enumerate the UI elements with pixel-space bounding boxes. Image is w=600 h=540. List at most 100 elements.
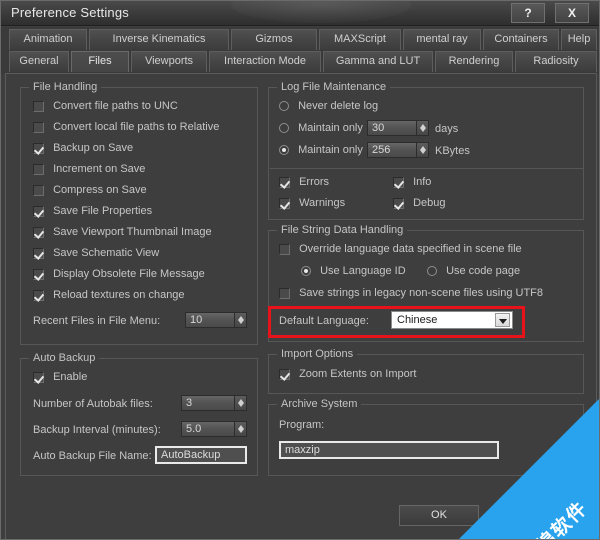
default-language-dropdown[interactable]: Chinese: [391, 311, 513, 329]
checkbox-log-info[interactable]: Info: [393, 176, 431, 188]
checkbox-label: Save Viewport Thumbnail Image: [53, 226, 212, 239]
checkbox-box[interactable]: [33, 163, 44, 175]
group-file-handling: File Handling Convert file paths to UNC …: [20, 81, 258, 345]
recent-files-value[interactable]: 10: [185, 312, 234, 328]
checkbox-save-file-properties[interactable]: Save File Properties: [33, 205, 152, 217]
spinner-buttons[interactable]: [416, 120, 429, 136]
checkbox-box[interactable]: [393, 197, 404, 209]
archive-program-input[interactable]: maxzip: [279, 441, 499, 459]
log-days-spinner[interactable]: 30: [367, 120, 429, 136]
chevron-down-icon[interactable]: [495, 313, 510, 327]
archive-program-label: Program:: [279, 419, 325, 431]
checkbox-box[interactable]: [33, 184, 44, 196]
close-button[interactable]: X: [555, 3, 589, 23]
checkbox-save-viewport-thumbnail-image[interactable]: Save Viewport Thumbnail Image: [33, 226, 212, 238]
recent-files-spinner[interactable]: 10: [185, 312, 247, 328]
radio-use-code-page[interactable]: Use code page: [427, 265, 520, 277]
spinner-down-icon[interactable]: [238, 403, 244, 407]
tab-maxscript[interactable]: MAXScript: [319, 29, 401, 50]
checkbox-box[interactable]: [279, 287, 290, 299]
help-button[interactable]: ?: [511, 3, 545, 23]
checkbox-convert-local-file-paths-to-relative[interactable]: Convert local file paths to Relative: [33, 121, 219, 133]
number-of-autobak-files-value[interactable]: 3: [181, 395, 234, 411]
spinner-down-icon[interactable]: [420, 128, 426, 132]
checkbox-box[interactable]: [33, 100, 44, 112]
group-auto-backup: Auto Backup Enable Number of Autobak fil…: [20, 352, 258, 476]
checkbox-box[interactable]: [33, 121, 44, 133]
checkbox-box[interactable]: [33, 205, 44, 217]
ok-button[interactable]: OK: [399, 505, 479, 526]
tab-mental-ray[interactable]: mental ray: [403, 29, 481, 50]
spinner-buttons[interactable]: [416, 142, 429, 158]
radio-button[interactable]: [279, 101, 289, 112]
radio-button[interactable]: [279, 145, 289, 156]
preference-settings-window: Preference Settings ? X Animation Invers…: [0, 0, 600, 540]
tab-general[interactable]: General: [9, 51, 69, 72]
window-title: Preference Settings: [11, 5, 129, 20]
checkbox-box[interactable]: [33, 142, 44, 154]
checkbox-increment-on-save[interactable]: Increment on Save: [33, 163, 145, 175]
checkbox-box[interactable]: [33, 226, 44, 238]
checkbox-box[interactable]: [33, 289, 44, 301]
backup-interval-spinner[interactable]: 5.0: [181, 421, 247, 437]
checkbox-override-language-data[interactable]: Override language data specified in scen…: [279, 243, 522, 255]
log-days-unit: days: [435, 123, 459, 135]
checkbox-zoom-extents-on-import[interactable]: Zoom Extents on Import: [279, 368, 416, 380]
radio-button[interactable]: [279, 123, 289, 134]
log-days-value[interactable]: 30: [367, 120, 416, 136]
checkbox-box[interactable]: [279, 368, 290, 380]
tab-interaction-mode[interactable]: Interaction Mode: [209, 51, 321, 72]
tab-gamma-and-lut[interactable]: Gamma and LUT: [323, 51, 433, 72]
log-kbytes-spinner[interactable]: 256: [367, 142, 429, 158]
tab-viewports[interactable]: Viewports: [131, 51, 207, 72]
checkbox-save-strings-legacy-utf8[interactable]: Save strings in legacy non-scene files u…: [279, 287, 543, 299]
auto-backup-file-name-input[interactable]: AutoBackup: [155, 446, 247, 464]
checkbox-save-schematic-view[interactable]: Save Schematic View: [33, 247, 159, 259]
radio-label: Never delete log: [298, 100, 379, 113]
checkbox-box[interactable]: [33, 268, 44, 280]
checkbox-box[interactable]: [279, 243, 290, 255]
checkbox-label: Save strings in legacy non-scene files u…: [299, 287, 544, 300]
checkbox-log-errors[interactable]: Errors: [279, 176, 329, 188]
log-kbytes-value[interactable]: 256: [367, 142, 416, 158]
spinner-buttons[interactable]: [234, 421, 247, 437]
tab-radiosity[interactable]: Radiosity: [515, 51, 597, 72]
radio-use-language-id[interactable]: Use Language ID: [301, 265, 406, 277]
recent-files-spinner-buttons[interactable]: [234, 312, 247, 328]
title-bar: Preference Settings ? X: [1, 1, 599, 26]
tab-help[interactable]: Help: [561, 29, 597, 50]
spinner-down-icon[interactable]: [420, 150, 426, 154]
spinner-down-icon[interactable]: [238, 320, 244, 324]
radio-button[interactable]: [427, 266, 437, 277]
checkbox-compress-on-save[interactable]: Compress on Save: [33, 184, 147, 196]
checkbox-label: Info: [413, 176, 432, 189]
tab-animation[interactable]: Animation: [9, 29, 87, 50]
spinner-buttons[interactable]: [234, 395, 247, 411]
radio-maintain-only-days[interactable]: Maintain only: [279, 122, 363, 134]
tab-files[interactable]: Files: [71, 51, 129, 72]
backup-interval-value[interactable]: 5.0: [181, 421, 234, 437]
checkbox-log-debug[interactable]: Debug: [393, 197, 445, 209]
checkbox-backup-on-save[interactable]: Backup on Save: [33, 142, 133, 154]
radio-button[interactable]: [301, 266, 311, 277]
checkbox-box[interactable]: [393, 176, 404, 188]
checkbox-auto-backup-enable[interactable]: Enable: [33, 371, 87, 383]
checkbox-box[interactable]: [33, 371, 44, 383]
tab-rendering[interactable]: Rendering: [435, 51, 513, 72]
checkbox-reload-textures-on-change[interactable]: Reload textures on change: [33, 289, 185, 301]
checkbox-display-obsolete-file-message[interactable]: Display Obsolete File Message: [33, 268, 205, 280]
tab-containers[interactable]: Containers: [483, 29, 559, 50]
checkbox-label: Reload textures on change: [53, 289, 185, 302]
checkbox-box[interactable]: [33, 247, 44, 259]
spinner-down-icon[interactable]: [238, 429, 244, 433]
checkbox-log-warnings[interactable]: Warnings: [279, 197, 345, 209]
checkbox-box[interactable]: [279, 176, 290, 188]
checkbox-label: Warnings: [299, 197, 346, 210]
radio-maintain-only-kbytes[interactable]: Maintain only: [279, 144, 363, 156]
radio-never-delete-log[interactable]: Never delete log: [279, 100, 378, 112]
tab-gizmos[interactable]: Gizmos: [231, 29, 317, 50]
checkbox-convert-file-paths-to-unc[interactable]: Convert file paths to UNC: [33, 100, 178, 112]
tab-inverse-kinematics[interactable]: Inverse Kinematics: [89, 29, 229, 50]
checkbox-box[interactable]: [279, 197, 290, 209]
number-of-autobak-files-spinner[interactable]: 3: [181, 395, 247, 411]
